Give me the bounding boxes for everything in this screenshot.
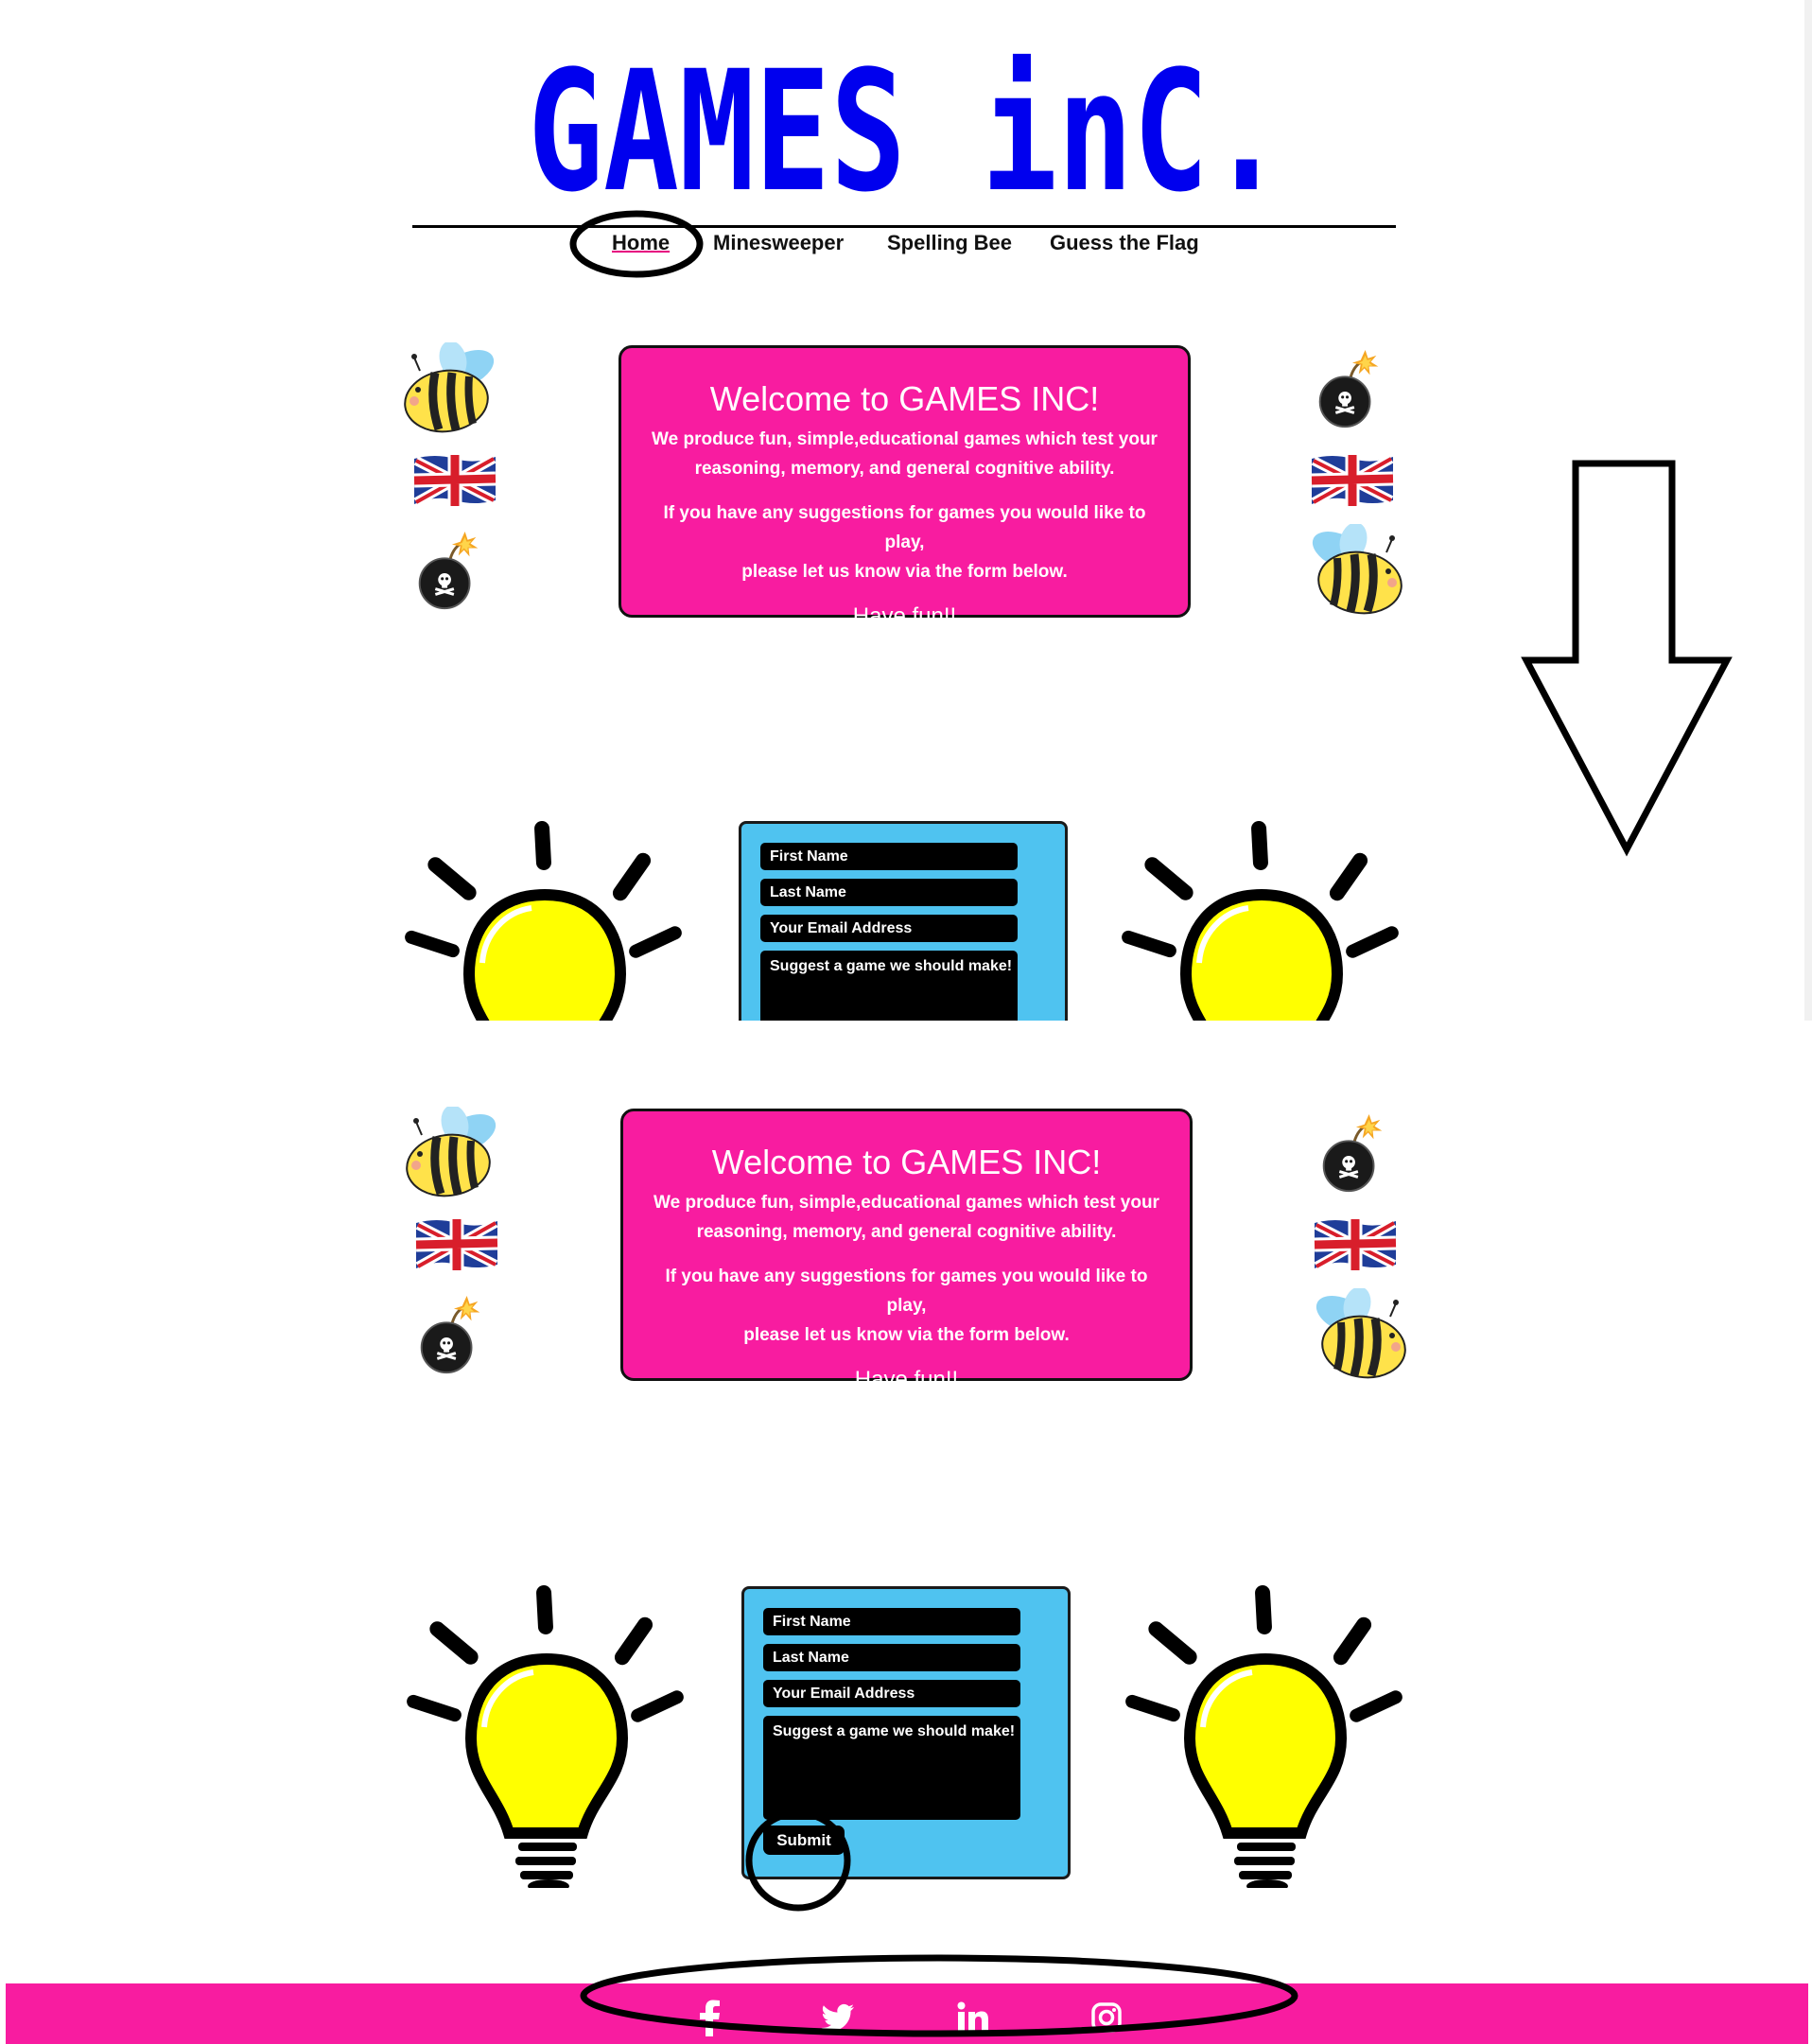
- bee-icon: [1301, 524, 1405, 619]
- nav-guess-the-flag-link[interactable]: Guess the Flag: [1050, 231, 1199, 255]
- welcome-panel: Welcome to GAMES INC! We produce fun, si…: [620, 1109, 1193, 1392]
- instagram-icon[interactable]: [1091, 1999, 1122, 2036]
- welcome-text-2-line-2: please let us know via the form below.: [743, 1325, 1070, 1346]
- welcome-text-1-line-2: reasoning, memory, and general cognitive…: [694, 459, 1115, 480]
- last-name-input[interactable]: Last Name: [763, 1644, 1020, 1671]
- games-inc-logo: GAMES inC.: [528, 35, 1284, 197]
- welcome-text-2: If you have any suggestions for games yo…: [646, 1262, 1167, 1350]
- email-input[interactable]: Your Email Address: [760, 915, 1018, 942]
- bomb-icon: [418, 1294, 484, 1377]
- welcome-text-2-line-2: please let us know via the form below.: [741, 562, 1068, 583]
- welcome-text-1-line-1: We produce fun, simple,educational games…: [653, 1193, 1159, 1214]
- welcome-panel: Welcome to GAMES INC! We produce fun, si…: [619, 345, 1191, 629]
- bee-icon: [1305, 1288, 1409, 1383]
- linkedin-icon[interactable]: [957, 1999, 989, 2036]
- bomb-icon: [416, 530, 482, 613]
- have-fun-text: Have fun!!: [854, 1367, 959, 1393]
- suggestion-form: First Name Last Name Your Email Address …: [739, 821, 1068, 1021]
- lightbulb-icon: [407, 1585, 690, 1888]
- union-jack-flag-icon: [1313, 1214, 1398, 1273]
- main-nav: Home Minesweeper Spelling Bee Guess the …: [0, 231, 1812, 265]
- union-jack-flag-icon: [1310, 450, 1395, 509]
- have-fun-text: Have fun!!: [852, 603, 957, 630]
- header-divider: [412, 225, 1396, 228]
- page-scrollbar[interactable]: [1804, 0, 1812, 1021]
- lightbulb-icon: [1125, 1585, 1409, 1888]
- first-name-input[interactable]: First Name: [763, 1608, 1020, 1635]
- welcome-text-1: We produce fun, simple,educational games…: [646, 1188, 1167, 1247]
- bomb-icon: [1316, 348, 1383, 431]
- nav-spelling-bee-link[interactable]: Spelling Bee: [887, 231, 1012, 255]
- facebook-icon[interactable]: [696, 1999, 723, 2036]
- nav-home-link[interactable]: Home: [612, 231, 670, 255]
- lightbulb-icon: [405, 821, 688, 1021]
- welcome-heading: Welcome to GAMES INC!: [709, 379, 1100, 418]
- logo-text: GAMES inC.: [528, 35, 1284, 197]
- down-arrow-annotation: [1521, 460, 1733, 857]
- suggestion-form: First Name Last Name Your Email Address …: [741, 1586, 1071, 1879]
- nav-minesweeper-link[interactable]: Minesweeper: [713, 231, 844, 255]
- bee-icon: [401, 342, 505, 437]
- suggestion-textarea[interactable]: Suggest a game we should make!: [760, 951, 1018, 1021]
- twitter-icon[interactable]: [821, 1999, 855, 2036]
- welcome-text-2-line-1: If you have any suggestions for games yo…: [663, 503, 1146, 553]
- first-name-input[interactable]: First Name: [760, 843, 1018, 870]
- welcome-text-2-line-1: If you have any suggestions for games yo…: [665, 1267, 1148, 1317]
- lightbulb-icon: [1122, 821, 1405, 1021]
- viewport-fold-region: First Name Last Name Your Email Address …: [0, 813, 1812, 1021]
- email-input[interactable]: Your Email Address: [763, 1680, 1020, 1707]
- welcome-text-1-line-2: reasoning, memory, and general cognitive…: [696, 1222, 1117, 1243]
- welcome-text-2: If you have any suggestions for games yo…: [644, 498, 1165, 586]
- union-jack-flag-icon: [412, 450, 497, 509]
- union-jack-flag-icon: [414, 1214, 499, 1273]
- bomb-icon: [1320, 1112, 1386, 1196]
- site-footer: [6, 1983, 1808, 2044]
- bee-icon: [403, 1107, 507, 1201]
- last-name-input[interactable]: Last Name: [760, 879, 1018, 906]
- submit-button[interactable]: Submit: [763, 1826, 845, 1855]
- welcome-heading: Welcome to GAMES INC!: [711, 1143, 1102, 1181]
- welcome-text-1-line-1: We produce fun, simple,educational games…: [652, 429, 1158, 450]
- suggestion-textarea[interactable]: Suggest a game we should make!: [763, 1716, 1020, 1820]
- welcome-text-1: We produce fun, simple,educational games…: [644, 425, 1165, 483]
